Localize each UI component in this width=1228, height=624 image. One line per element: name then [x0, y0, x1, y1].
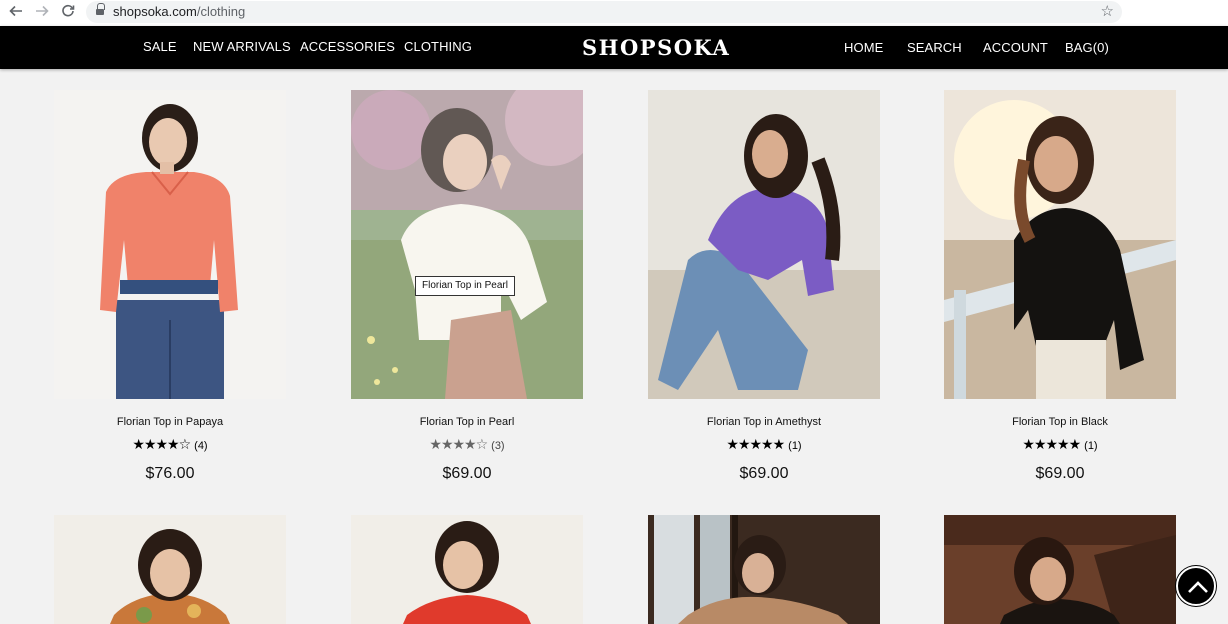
nav-account[interactable]: ACCOUNT — [983, 41, 1048, 55]
product-card[interactable]: Florian Top in Amethyst ★★★★★ (1) $69.00 — [648, 90, 880, 490]
rating-stars: ★★★★★ — [726, 437, 785, 453]
product-name[interactable]: Florian Top in Amethyst — [648, 416, 880, 429]
scroll-to-top-button[interactable] — [1176, 566, 1216, 606]
product-image[interactable] — [944, 90, 1176, 399]
nav-accessories[interactable]: ACCESSORIES — [300, 40, 395, 54]
site-header: SALE NEW ARRIVALS ACCESSORIES CLOTHING S… — [0, 26, 1228, 69]
product-card[interactable] — [54, 515, 286, 624]
product-price: $76.00 — [145, 465, 195, 482]
nav-clothing[interactable]: CLOTHING — [404, 40, 472, 54]
product-rating: ★★★★★ (1) — [648, 438, 880, 453]
product-price: $69.00 — [442, 465, 492, 482]
product-price: $69.00 — [739, 465, 789, 482]
product-price: $69.00 — [1035, 465, 1085, 482]
url-text: shopsoka.com/clothing — [113, 4, 246, 19]
site-logo[interactable]: SHOPSOKA — [582, 36, 730, 60]
nav-sale[interactable]: SALE — [143, 40, 177, 54]
browser-toolbar: shopsoka.com/clothing ☆ — [0, 0, 1228, 26]
product-rating: ★★★★☆ (4) — [54, 438, 286, 453]
product-rating: ★★★★★ (1) — [944, 438, 1176, 453]
product-card[interactable] — [944, 515, 1176, 624]
forward-arrow-icon[interactable] — [32, 3, 52, 23]
product-image[interactable] — [54, 515, 286, 624]
lock-icon — [96, 3, 105, 16]
product-card[interactable]: Florian Top in Papaya ★★★★☆ (4) $76.00 — [54, 90, 286, 490]
rating-stars: ★★★★☆ — [132, 437, 191, 453]
review-count: (1) — [1084, 440, 1098, 452]
hover-overlay — [351, 90, 583, 399]
product-name[interactable]: Florian Top in Black — [944, 416, 1176, 429]
product-card[interactable] — [648, 515, 880, 624]
nav-new-arrivals[interactable]: NEW ARRIVALS — [193, 40, 291, 54]
product-name[interactable]: Florian Top in Papaya — [54, 416, 286, 429]
product-image[interactable] — [648, 90, 880, 399]
back-arrow-icon[interactable] — [6, 3, 26, 23]
nav-search[interactable]: SEARCH — [907, 41, 962, 55]
product-rating: ★★★★☆ (3) — [351, 438, 583, 453]
product-card[interactable]: Florian Top in Pearl Florian Top in Pear… — [351, 90, 583, 490]
bookmark-star-icon[interactable]: ☆ — [1101, 2, 1114, 22]
rating-stars: ★★★★☆ — [429, 437, 488, 453]
review-count: (3) — [491, 440, 505, 452]
product-card[interactable] — [351, 515, 583, 624]
nav-bag[interactable]: BAG(0) — [1065, 41, 1109, 55]
nav-home[interactable]: HOME — [844, 41, 883, 55]
product-card[interactable]: Florian Top in Black ★★★★★ (1) $69.00 — [944, 90, 1176, 490]
product-grid: Florian Top in Papaya ★★★★☆ (4) $76.00 F… — [0, 69, 1228, 624]
review-count: (1) — [788, 440, 802, 452]
product-image[interactable] — [54, 90, 286, 399]
product-image[interactable]: Florian Top in Pearl — [351, 90, 583, 399]
rating-stars: ★★★★★ — [1022, 437, 1081, 453]
chevron-up-icon — [1188, 581, 1208, 593]
product-image[interactable] — [351, 515, 583, 624]
product-tooltip: Florian Top in Pearl — [415, 276, 515, 296]
product-image[interactable] — [648, 515, 880, 624]
product-name[interactable]: Florian Top in Pearl — [351, 416, 583, 429]
reload-icon[interactable] — [58, 3, 78, 23]
product-image[interactable] — [944, 515, 1176, 624]
address-bar[interactable]: shopsoka.com/clothing ☆ — [86, 1, 1122, 23]
review-count: (4) — [194, 440, 208, 452]
